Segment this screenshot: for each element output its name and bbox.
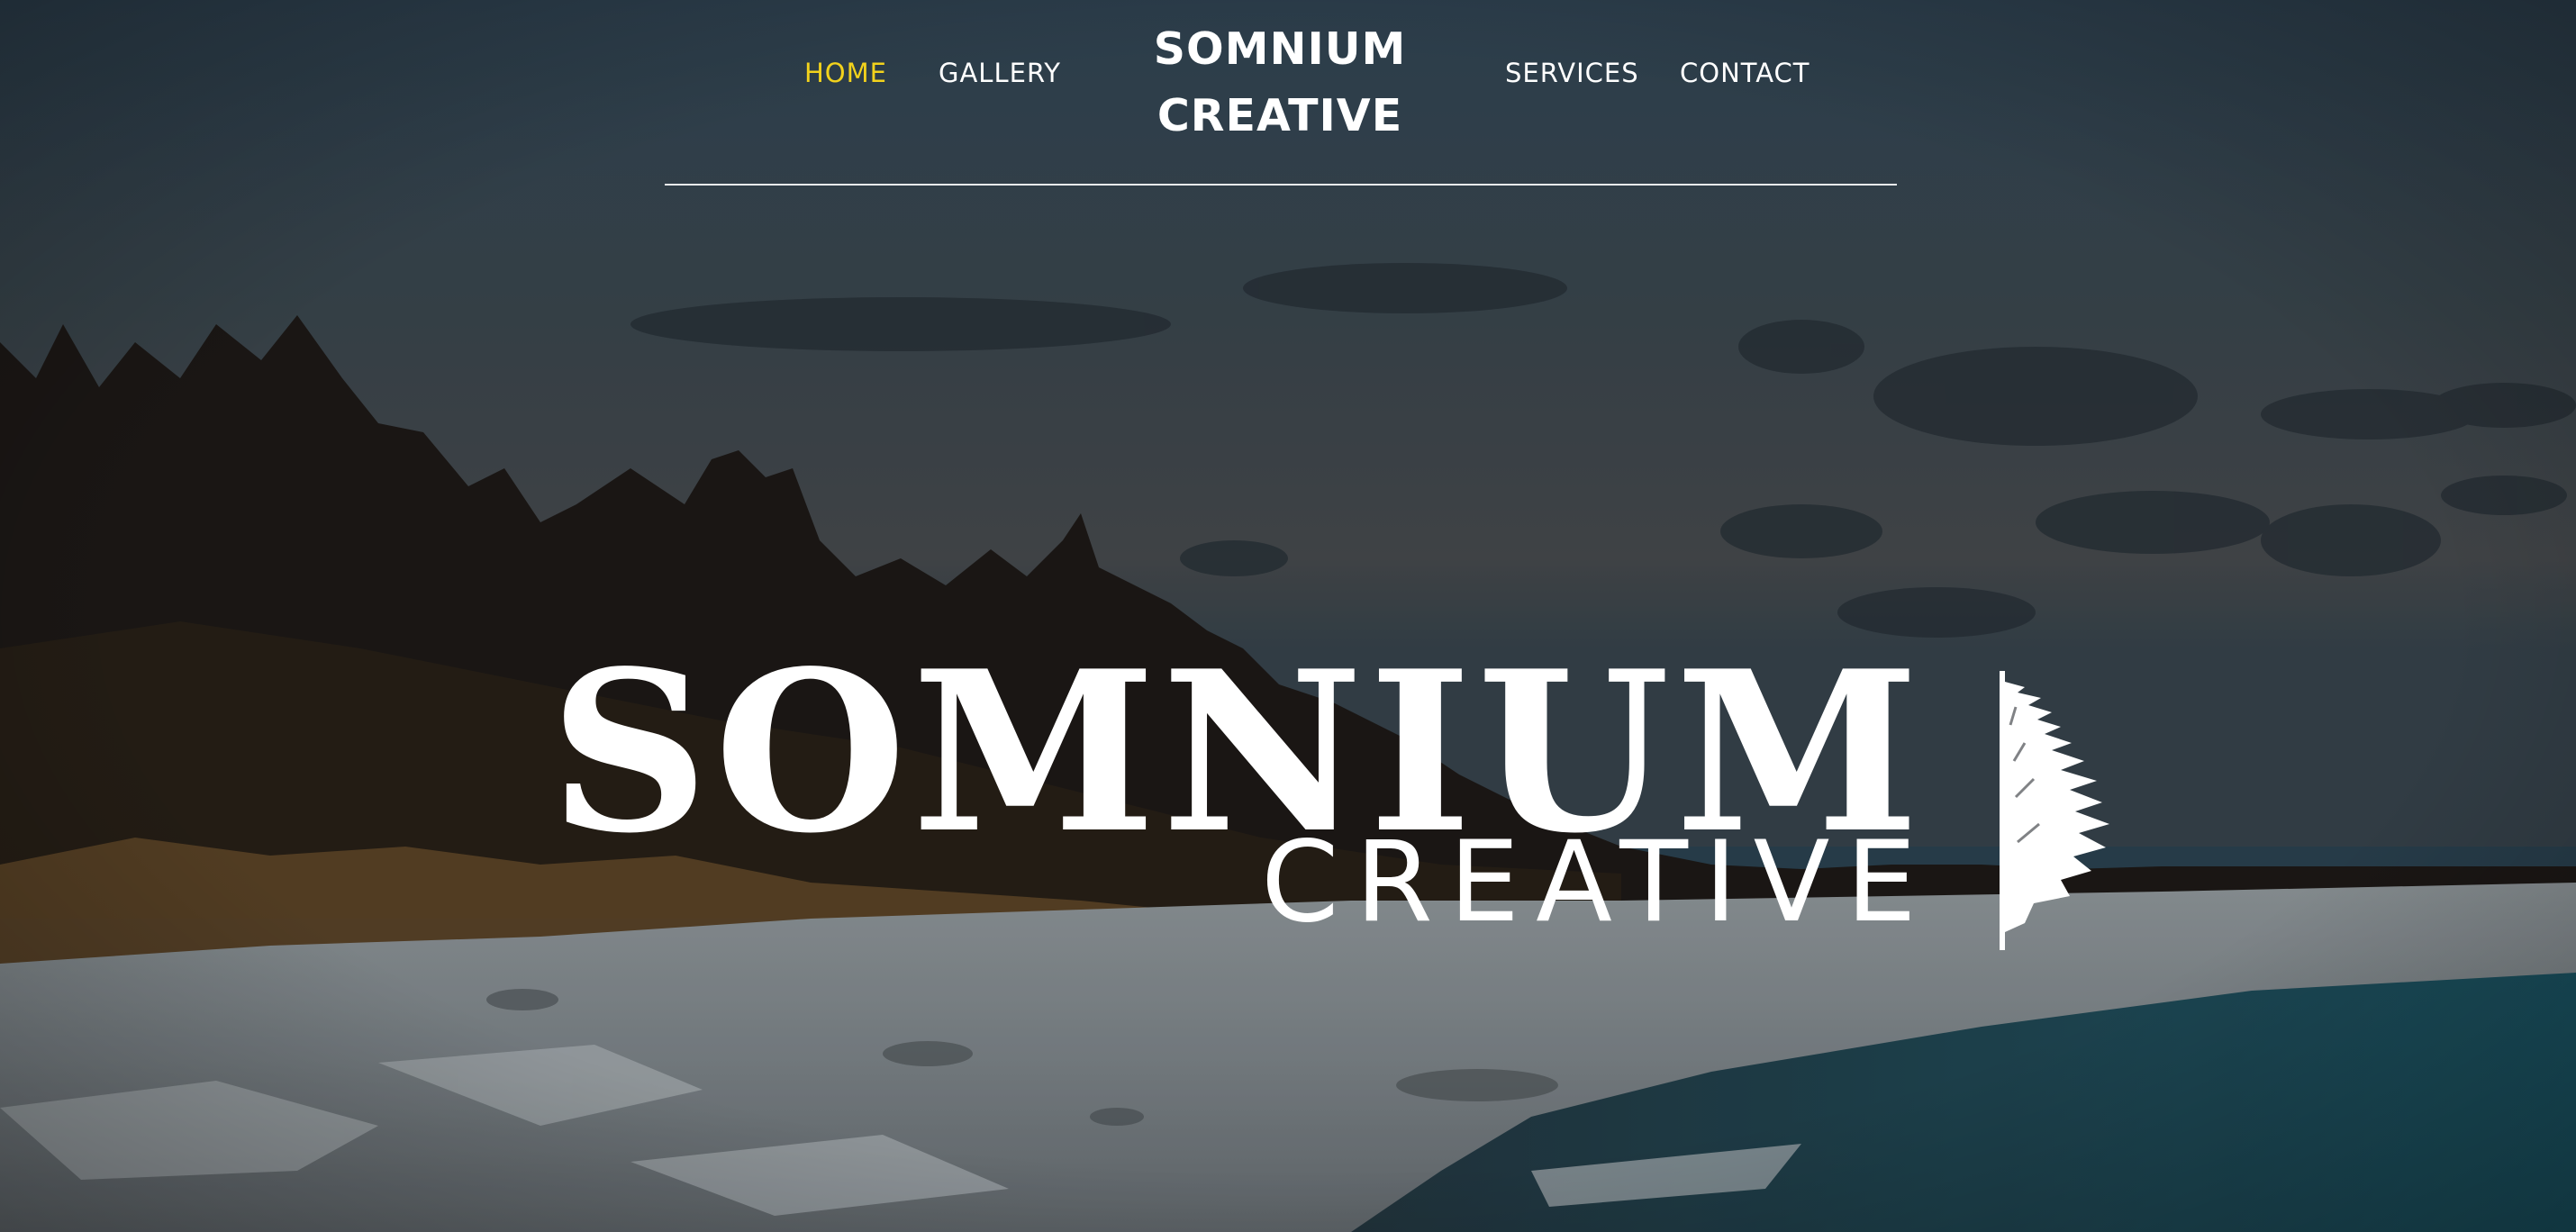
windswept-pine-icon <box>2000 671 2109 950</box>
nav-brand-logo[interactable]: SOMNIUM CREATIVE <box>1108 16 1452 149</box>
hero-logo-wordmark: SOMNIUM CREATIVE <box>540 622 2126 950</box>
top-navigation: HOME GALLERY SOMNIUM CREATIVE SERVICES C… <box>0 0 2576 189</box>
nav-divider <box>665 184 1897 186</box>
brand-line-1: SOMNIUM <box>1153 23 1407 75</box>
nav-home-link[interactable]: HOME <box>804 58 887 88</box>
hero-section: HOME GALLERY SOMNIUM CREATIVE SERVICES C… <box>0 0 2576 1232</box>
hero-logo-somnium: SOMNIUM <box>549 622 1925 882</box>
brand-line-2: CREATIVE <box>1156 90 1403 141</box>
nav-gallery-link[interactable]: GALLERY <box>939 58 1061 88</box>
hero-logo-creative: CREATIVE <box>1261 818 1933 947</box>
hero-logo: SOMNIUM CREATIVE <box>540 622 2126 950</box>
nav-contact-link[interactable]: CONTACT <box>1680 58 1810 88</box>
nav-services-link[interactable]: SERVICES <box>1505 58 1639 88</box>
